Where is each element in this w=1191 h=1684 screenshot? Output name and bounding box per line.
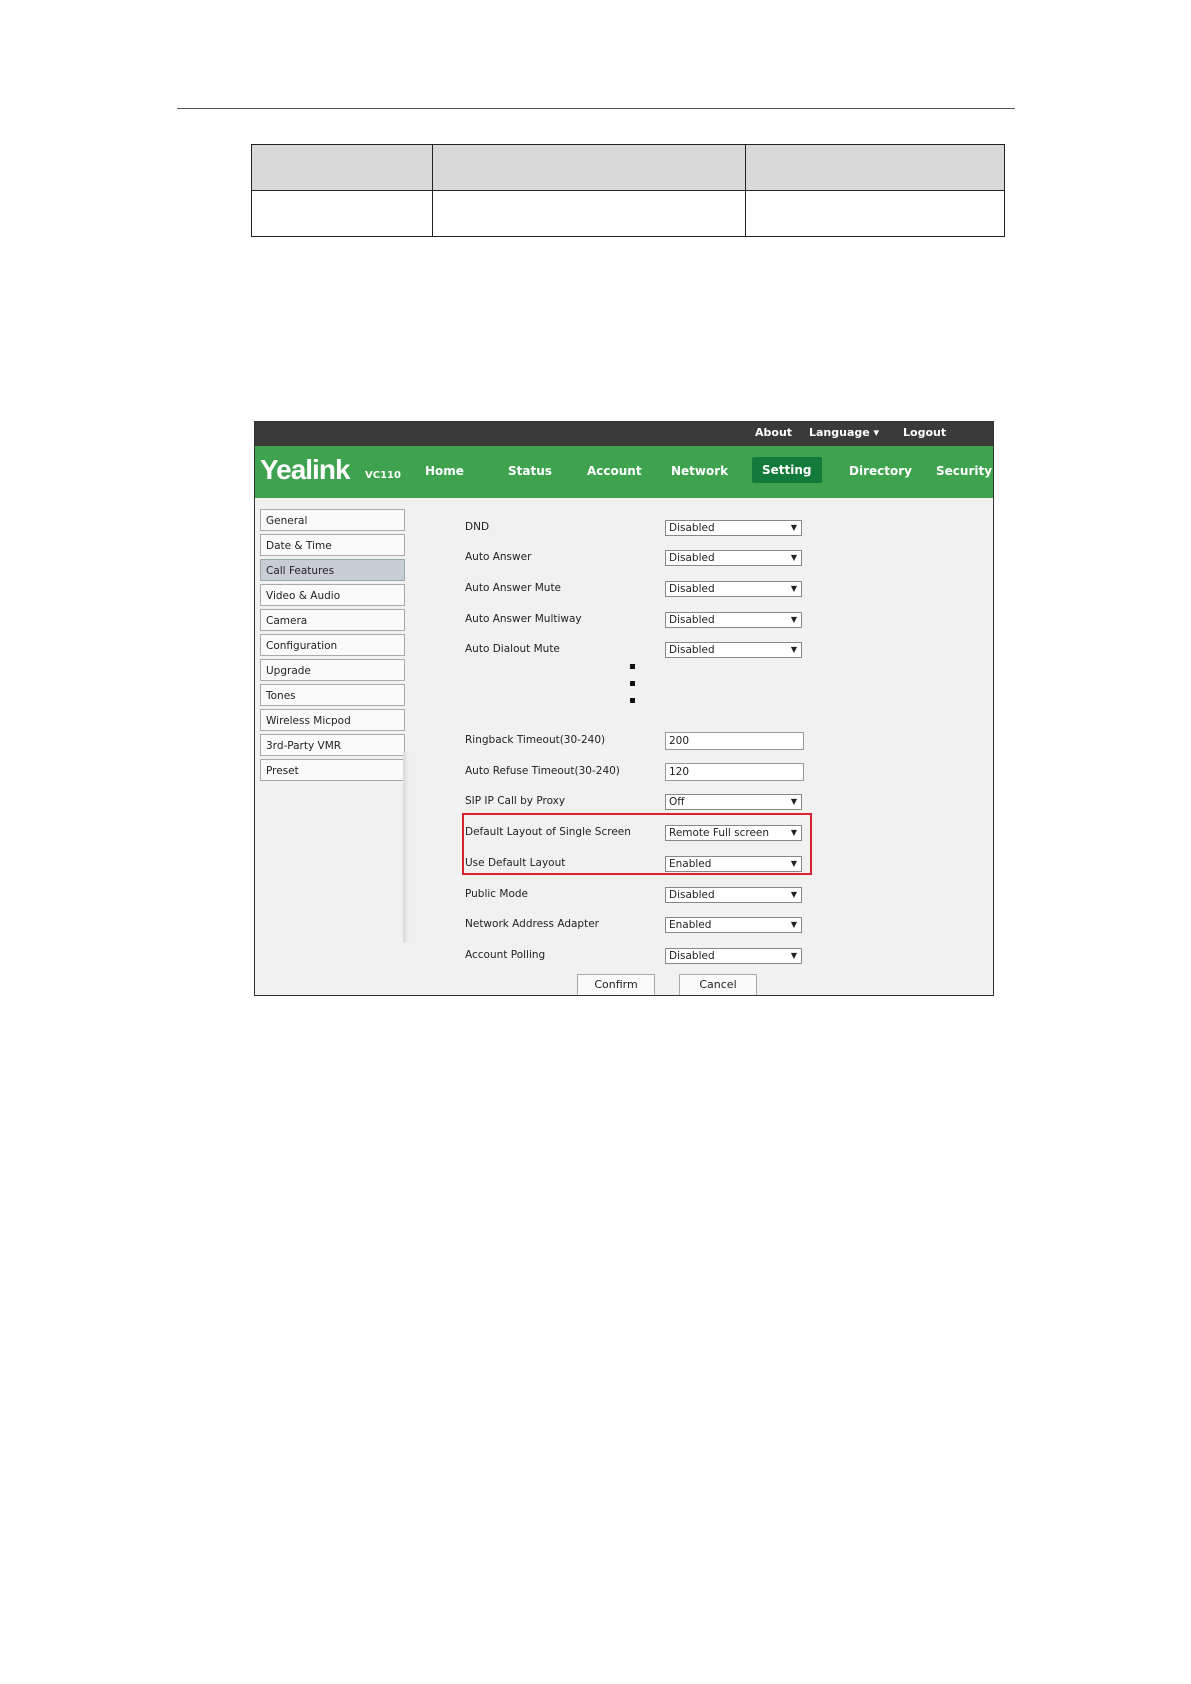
sidebar-item-date-time[interactable]: Date & Time [260,534,405,556]
public-mode-value: Disabled [669,889,715,901]
sidebar-item-wireless-micpod[interactable]: Wireless Micpod [260,709,405,731]
sidebar-shadow [403,752,409,942]
dnd-label: DND [465,521,490,533]
sidebar-item-upgrade[interactable]: Upgrade [260,659,405,681]
top-utility-bar: About Language ▾ Logout [255,422,993,446]
account-polling-label: Account Polling [465,949,546,961]
table-row [251,190,1005,237]
tab-security[interactable]: Security [936,464,992,478]
tab-network[interactable]: Network [671,464,728,478]
ellipsis-dot [630,664,635,669]
dnd-select[interactable]: Disabled ▼ [665,520,802,536]
network-address-adapter-select[interactable]: Enabled ▼ [665,917,802,933]
sidebar-item-tones[interactable]: Tones [260,684,405,706]
dropdown-arrow-icon: ▼ [790,615,797,624]
sip-ip-call-select[interactable]: Off ▼ [665,794,802,810]
auto-answer-mute-select[interactable]: Disabled ▼ [665,581,802,597]
sidebar-item-video-audio[interactable]: Video & Audio [260,584,405,606]
ellipsis-dot [630,681,635,686]
tab-home[interactable]: Home [425,464,464,478]
sidebar-item-preset[interactable]: Preset [260,759,405,781]
table-cell [251,190,433,237]
dropdown-arrow-icon: ▼ [790,951,797,960]
sidebar-item-general[interactable]: General [260,509,405,531]
auto-answer-multiway-label: Auto Answer Multiway [465,613,582,625]
sidebar-item-call-features[interactable]: Call Features [260,559,405,581]
auto-answer-value: Disabled [669,552,715,564]
about-link[interactable]: About [755,426,792,439]
sip-ip-call-label: SIP IP Call by Proxy [465,795,566,807]
auto-dialout-mute-select[interactable]: Disabled ▼ [665,642,802,658]
tab-setting[interactable]: Setting [752,457,822,483]
public-mode-select[interactable]: Disabled ▼ [665,887,802,903]
ellipsis-dot [630,698,635,703]
dropdown-arrow-icon: ▼ [790,645,797,654]
header-rule [177,108,1015,109]
model-label: VC110 [365,470,401,481]
dropdown-arrow-icon: ▼ [790,920,797,929]
sidebar-item-camera[interactable]: Camera [260,609,405,631]
table-header-row [251,144,1005,191]
tab-status[interactable]: Status [508,464,552,478]
auto-answer-mute-value: Disabled [669,583,715,595]
sidebar-item-3rd-party-vmr[interactable]: 3rd-Party VMR [260,734,405,756]
dropdown-arrow-icon: ▼ [790,797,797,806]
auto-answer-label: Auto Answer [465,551,532,563]
network-address-adapter-value: Enabled [669,919,712,931]
account-polling-value: Disabled [669,950,715,962]
auto-refuse-timeout-label: Auto Refuse Timeout(30-240) [465,765,620,777]
table-header-cell [745,144,1005,191]
highlight-box [462,813,812,875]
table-header-cell [251,144,433,191]
auto-answer-mute-label: Auto Answer Mute [465,582,562,594]
main-nav-bar: Yealink VC110 Home Status Account Networ… [255,446,993,498]
tab-directory[interactable]: Directory [849,464,912,478]
language-menu[interactable]: Language ▾ [809,426,879,439]
auto-refuse-timeout-input[interactable]: 120 [665,763,804,781]
web-ui-screenshot: About Language ▾ Logout Yealink VC110 Ho… [254,421,994,996]
table-cell [745,190,1005,237]
yealink-logo: Yealink [260,454,351,485]
logout-link[interactable]: Logout [903,426,946,439]
table-cell [432,190,746,237]
settings-sidebar: General Date & Time Call Features Video … [260,509,405,784]
auto-dialout-mute-value: Disabled [669,644,715,656]
sidebar-item-configuration[interactable]: Configuration [260,634,405,656]
document-table [251,144,1005,237]
dropdown-arrow-icon: ▼ [790,523,797,532]
dnd-value: Disabled [669,522,715,534]
public-mode-label: Public Mode [465,888,529,900]
cancel-button[interactable]: Cancel [679,974,757,995]
ringback-timeout-label: Ringback Timeout(30-240) [465,734,606,746]
auto-answer-multiway-select[interactable]: Disabled ▼ [665,612,802,628]
network-address-adapter-label: Network Address Adapter [465,918,599,930]
confirm-button[interactable]: Confirm [577,974,655,995]
auto-dialout-mute-label: Auto Dialout Mute [465,643,560,655]
table-header-cell [432,144,746,191]
sip-ip-call-value: Off [669,796,685,808]
auto-answer-select[interactable]: Disabled ▼ [665,550,802,566]
dropdown-arrow-icon: ▼ [790,553,797,562]
dropdown-arrow-icon: ▼ [790,890,797,899]
dropdown-arrow-icon: ▼ [790,584,797,593]
account-polling-select[interactable]: Disabled ▼ [665,948,802,964]
tab-account[interactable]: Account [587,464,642,478]
auto-answer-multiway-value: Disabled [669,614,715,626]
ringback-timeout-input[interactable]: 200 [665,732,804,750]
